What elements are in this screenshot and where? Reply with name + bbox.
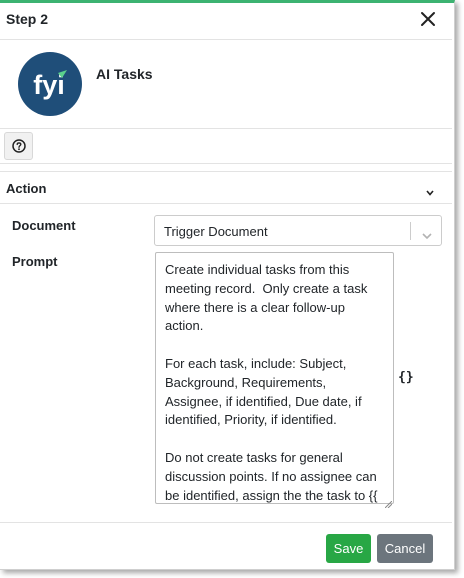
chevron-down-icon	[426, 183, 434, 201]
action-section-header[interactable]: Action	[0, 171, 452, 204]
cancel-button[interactable]: Cancel	[377, 534, 433, 563]
document-label: Document	[12, 218, 76, 233]
help-toolbar	[0, 129, 452, 164]
step-dialog: Step 2 fyi AI Tasks Action Document Trig…	[0, 0, 455, 570]
action-section-title: Action	[6, 181, 47, 196]
select-separator	[410, 222, 411, 240]
dialog-title: Step 2	[6, 11, 49, 27]
document-select-value: Trigger Document	[164, 224, 268, 239]
document-select[interactable]: Trigger Document	[154, 215, 442, 246]
dialog-footer: Save Cancel	[0, 522, 452, 573]
integration-name: AI Tasks	[96, 66, 153, 82]
close-icon[interactable]	[418, 9, 438, 29]
save-button[interactable]: Save	[326, 534, 371, 563]
question-circle-icon	[12, 139, 26, 153]
dialog-header: Step 2	[0, 3, 452, 40]
integration-header: fyi AI Tasks	[0, 40, 452, 129]
fyi-logo: fyi	[18, 52, 82, 116]
insert-variable-button[interactable]: {}	[398, 370, 414, 385]
prompt-label: Prompt	[12, 254, 58, 269]
chevron-down-icon	[422, 227, 432, 245]
help-button[interactable]	[4, 132, 33, 160]
prompt-textarea[interactable]: Create individual tasks from this meetin…	[155, 252, 394, 504]
